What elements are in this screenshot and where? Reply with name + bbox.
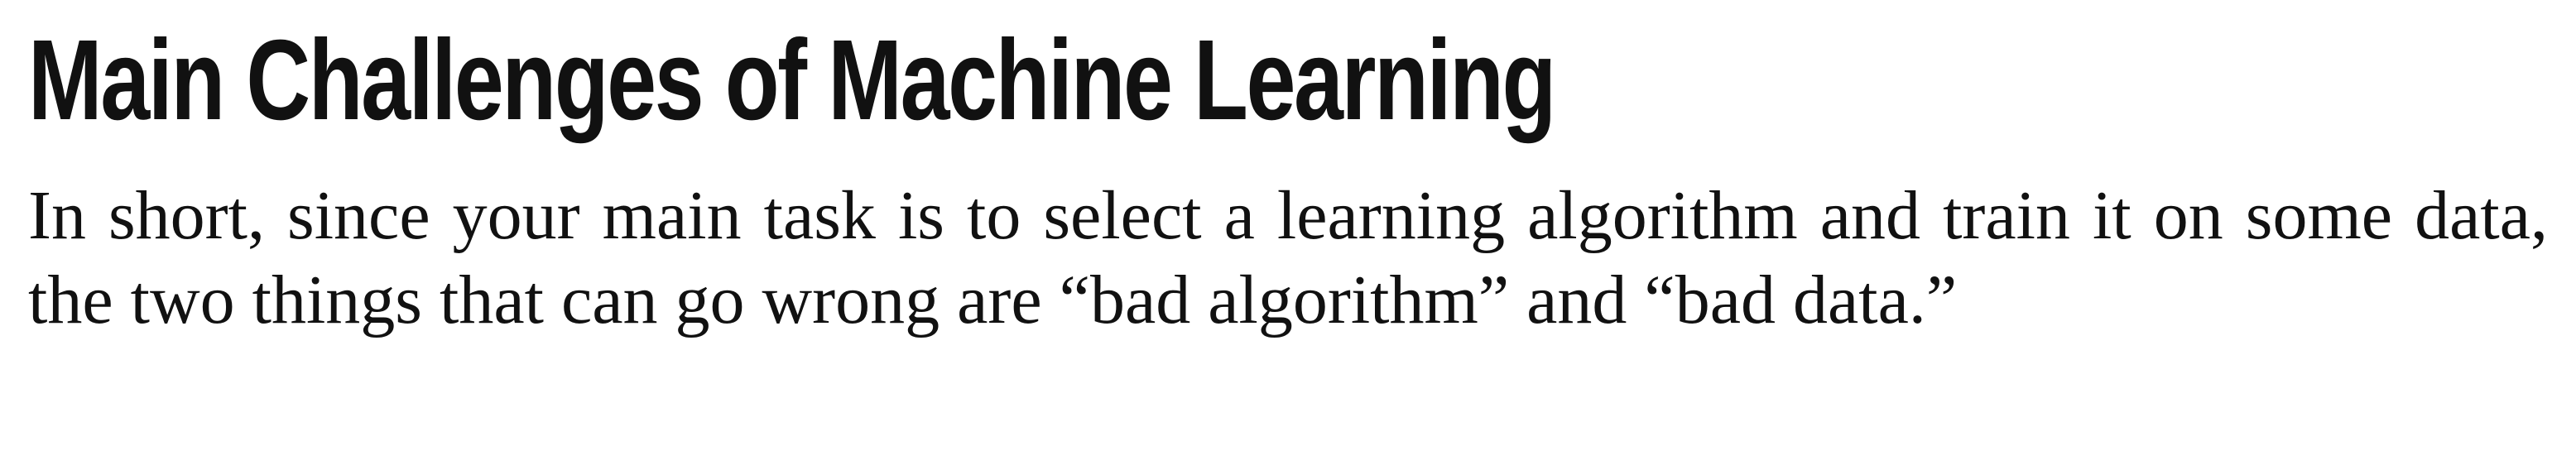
body-paragraph: In short, since your main task is to sel…	[28, 177, 2548, 338]
document-page: Main Challenges of Machine Learning In s…	[0, 0, 2576, 475]
section-heading: Main Challenges of Machine Learning	[28, 17, 1556, 144]
